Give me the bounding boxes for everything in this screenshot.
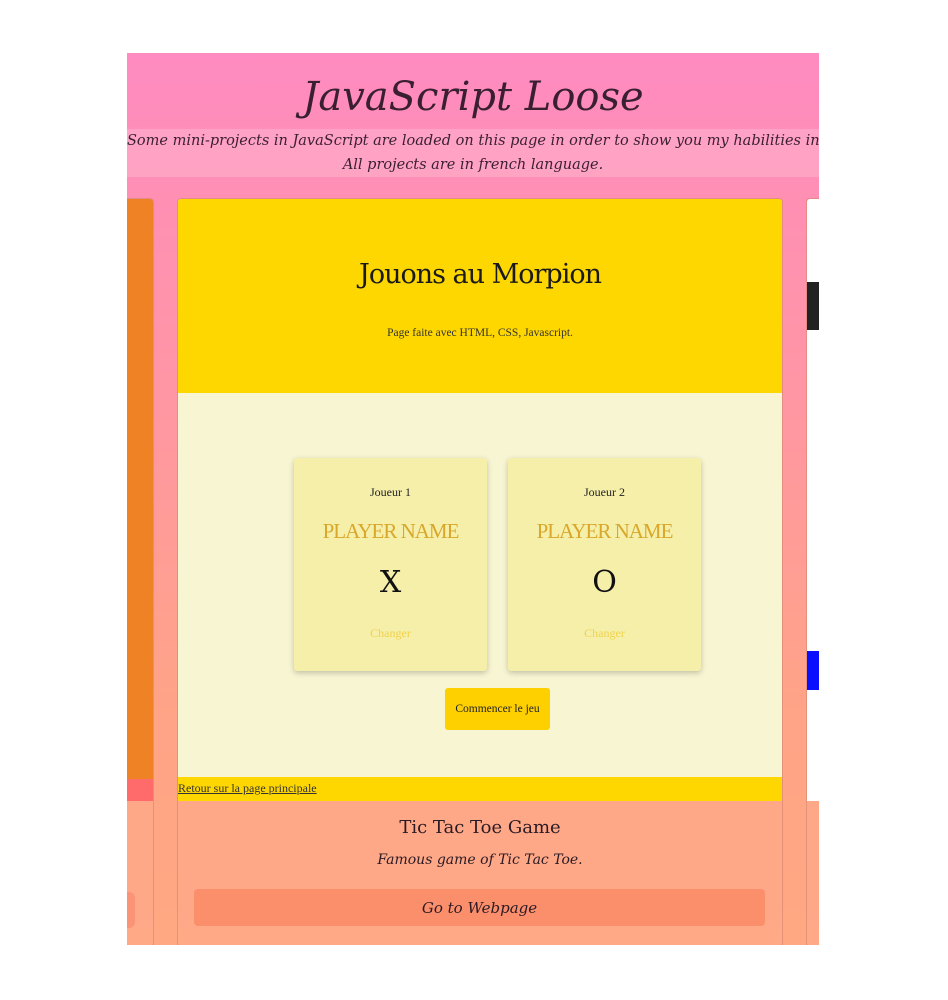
site-header: JavaScript Loose: [127, 53, 819, 129]
morpion-title: Jouons au Morpion: [359, 259, 602, 290]
player-1-name: PLAYER NAME: [322, 519, 460, 543]
project-card-previous: [127, 198, 154, 945]
subtitle-line-1: Some mini-projects in JavaScript are loa…: [127, 133, 819, 149]
site-title: JavaScript Loose: [302, 74, 644, 120]
subtitle-line-2: All projects are in french language.: [342, 157, 604, 173]
morpion-subtitle: Page faite avec HTML, CSS, Javascript.: [387, 327, 573, 339]
project-card-body: Tic Tac Toe Game Famous game of Tic Tac …: [178, 801, 782, 945]
project-card-next: [806, 198, 819, 945]
page-viewport: JavaScript Loose Some mini-projects in J…: [127, 53, 819, 945]
previous-card-footer-strip: [127, 779, 153, 801]
player-2-label: Joueur 2: [584, 485, 625, 499]
project-card-tictactoe: Jouons au Morpion Page faite avec HTML, …: [177, 198, 783, 945]
back-to-main-link[interactable]: Retour sur la page principale: [178, 781, 317, 796]
project-preview: Jouons au Morpion Page faite avec HTML, …: [178, 199, 782, 801]
go-to-webpage-button[interactable]: Go to Webpage: [194, 889, 765, 926]
previous-card-button[interactable]: [127, 892, 135, 928]
player-1-symbol: X: [379, 565, 402, 600]
player-2-name: PLAYER NAME: [536, 519, 674, 543]
morpion-header: Jouons au Morpion Page faite avec HTML, …: [178, 199, 782, 393]
next-card-dark-bar: [807, 282, 819, 330]
player-1-card: Joueur 1 PLAYER NAME X Changer: [294, 458, 487, 671]
player-1-change-button[interactable]: Changer: [294, 626, 487, 641]
player-2-card: Joueur 2 PLAYER NAME O Changer: [508, 458, 701, 671]
start-game-button[interactable]: Commencer le jeu: [445, 688, 550, 730]
previous-card-preview: [127, 199, 153, 779]
project-title: Tic Tac Toe Game: [399, 817, 561, 838]
player-2-change-button[interactable]: Changer: [508, 626, 701, 641]
next-card-blue-bar: [807, 651, 819, 690]
site-subtitle: Some mini-projects in JavaScript are loa…: [127, 129, 819, 177]
player-1-label: Joueur 1: [370, 485, 411, 499]
project-description: Famous game of Tic Tac Toe.: [377, 852, 583, 868]
player-2-symbol: O: [592, 565, 617, 600]
